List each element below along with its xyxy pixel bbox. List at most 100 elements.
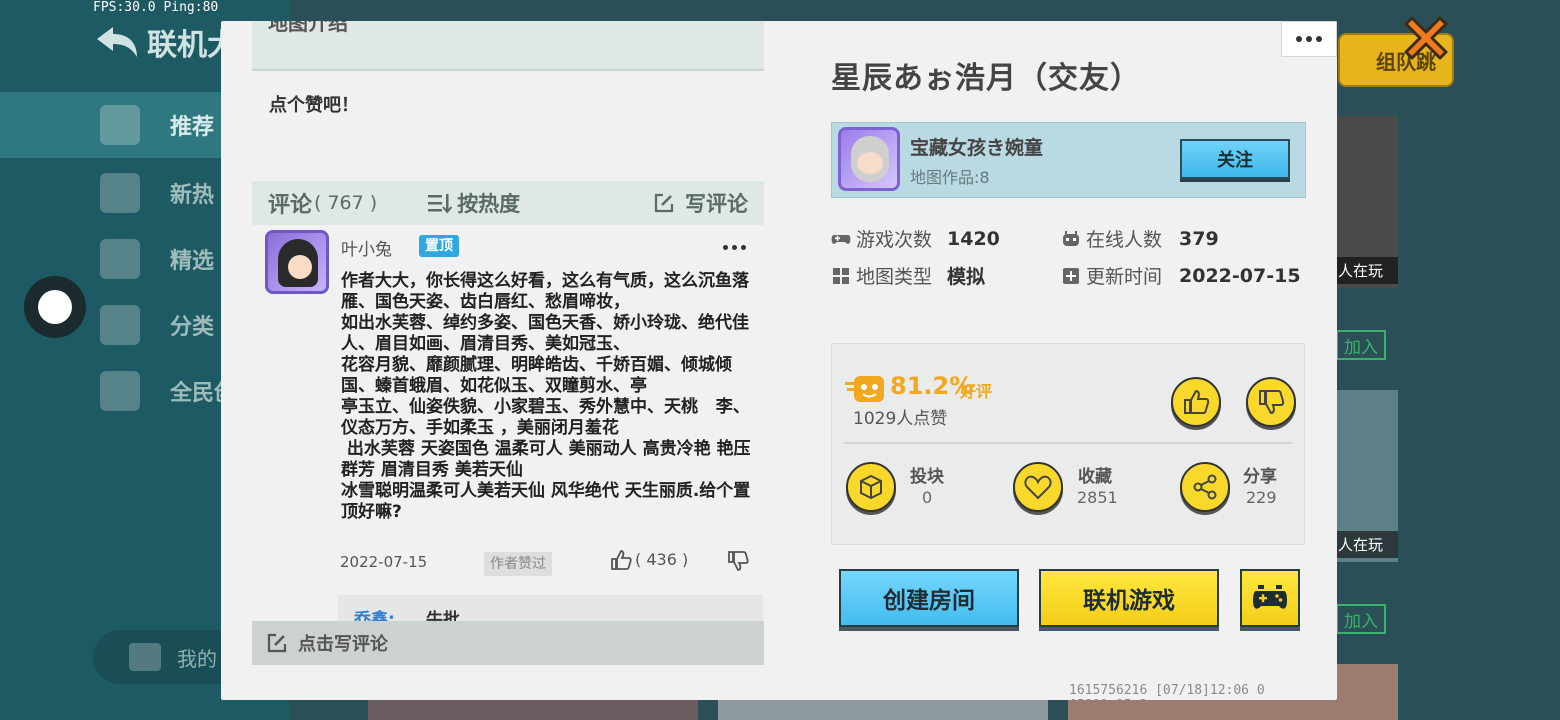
bg-map-card[interactable]: 人在玩 <box>1336 116 1398 288</box>
floating-assist-button[interactable] <box>24 276 86 338</box>
thumbs-up-icon <box>1184 389 1210 414</box>
edit-icon <box>267 633 287 653</box>
stat-value: 2022-07-15 <box>1179 264 1301 287</box>
more-dot-icon <box>1316 36 1322 42</box>
write-comment-bar-label: 点击写评论 <box>298 634 388 655</box>
gamepad-icon <box>1253 585 1287 609</box>
robot-icon <box>1063 230 1079 246</box>
bg-my-label: 我的 <box>177 646 217 671</box>
commenter-name[interactable]: 叶小兔 <box>341 235 392 260</box>
share-icon <box>1193 474 1217 500</box>
map-title: 星辰あぉ浩月（交友） <box>831 61 1141 96</box>
rating-divider <box>844 442 1292 444</box>
happy-face-icon <box>845 376 884 402</box>
gamepad-icon <box>831 234 851 244</box>
comments-header: 评论 ( 767 ) 按热度 写评论 <box>252 181 764 225</box>
vote-block-count: 0 <box>922 488 933 507</box>
grid-icon <box>833 267 849 284</box>
description-header: 地图介绍 <box>252 21 764 71</box>
author-name: 宝藏女孩き婉童 <box>910 137 1044 159</box>
favorite-count: 2851 <box>1077 488 1118 507</box>
edit-icon[interactable] <box>653 192 675 214</box>
author-avatar[interactable] <box>838 127 900 191</box>
avatar-face <box>857 152 883 174</box>
author-works-count: 地图作品:8 <box>910 168 990 187</box>
more-dot-icon <box>741 245 746 250</box>
vote-block-button[interactable] <box>846 462 896 512</box>
author-card[interactable]: 宝藏女孩き婉童 地图作品:8 关注 <box>831 122 1306 198</box>
write-comment-bar[interactable]: 点击写评论 <box>252 621 764 665</box>
chart-icon <box>100 173 140 213</box>
create-room-button[interactable]: 创建房间 <box>839 569 1019 627</box>
bg-join-label: 加入 <box>1344 337 1378 358</box>
follow-label: 关注 <box>1217 150 1253 171</box>
sort-icon[interactable] <box>427 192 453 214</box>
comment-more-button[interactable] <box>723 245 746 250</box>
favorite-button[interactable] <box>1013 462 1063 512</box>
description-text: 点个赞吧！ <box>269 95 359 116</box>
bg-join-button[interactable]: 加入 <box>1336 604 1386 634</box>
stat-label: 在线人数 <box>1086 229 1163 251</box>
more-dot-icon <box>723 245 728 250</box>
write-comment-button[interactable]: 写评论 <box>685 188 748 218</box>
bg-nav-label: 精选 <box>170 249 215 274</box>
plus-box-icon <box>1063 267 1079 284</box>
cube-icon <box>860 474 882 500</box>
stat-label: 地图类型 <box>856 266 933 288</box>
like-map-button[interactable] <box>1171 377 1221 427</box>
share-count: 229 <box>1246 488 1277 507</box>
stat-map-type: 地图类型 模拟 <box>831 262 985 289</box>
stat-value: 1420 <box>947 227 1000 250</box>
comment-date: 2022-07-15 <box>340 553 428 571</box>
stat-label: 更新时间 <box>1086 266 1163 288</box>
create-room-label: 创建房间 <box>883 588 975 614</box>
more-dot-icon <box>732 245 737 250</box>
online-game-button[interactable]: 联机游戏 <box>1039 569 1219 627</box>
share-label: 分享 <box>1243 467 1277 487</box>
bg-join-button[interactable]: 加入 <box>1336 330 1386 360</box>
commenter-avatar[interactable] <box>265 230 329 294</box>
thumbs-down-icon[interactable] <box>727 550 749 572</box>
close-icon[interactable] <box>1396 8 1456 68</box>
gamepad-button[interactable] <box>1240 569 1300 627</box>
bg-map-card[interactable]: 人在玩 <box>1336 390 1398 562</box>
stat-label: 游戏次数 <box>856 229 933 251</box>
thumbs-down-icon <box>1259 390 1285 415</box>
bg-card-label: 人在玩 <box>1336 257 1398 284</box>
stat-online: 在线人数 379 <box>1061 225 1219 252</box>
follow-button[interactable]: 关注 <box>1180 139 1290 179</box>
author-liked-badge: 作者赞过 <box>484 552 552 576</box>
more-options-button[interactable] <box>1281 21 1337 57</box>
favorite-label: 收藏 <box>1078 467 1112 487</box>
comments-count: ( 767 ) <box>314 192 378 214</box>
bulb-icon <box>100 371 140 411</box>
sort-by-hot-button[interactable]: 按热度 <box>457 188 520 218</box>
diamond-icon <box>100 239 140 279</box>
bg-back-button[interactable]: 联机大 <box>95 20 237 64</box>
comment-like-count: ( 436 ) <box>635 550 689 569</box>
comments-title: 评论 <box>268 193 313 218</box>
bg-join-label: 加入 <box>1344 611 1378 632</box>
rating-good-label: 好评 <box>960 382 993 401</box>
share-button[interactable] <box>1180 462 1230 512</box>
more-dot-icon <box>1306 36 1312 42</box>
assist-dot-icon <box>38 290 72 324</box>
bg-nav-label: 新热 <box>170 183 215 208</box>
stat-update-time: 更新时间 2022-07-15 <box>1061 262 1301 289</box>
bg-nav-label: 推荐 <box>170 115 215 140</box>
map-detail-dialog: 地图介绍 点个赞吧！ 评论 ( 767 ) 按热度 写评论 叶小兔 置顶 作者大… <box>221 21 1337 700</box>
fps-ping-overlay: FPS:30.0 Ping:80 <box>93 0 219 15</box>
stat-plays: 游戏次数 1420 <box>831 225 1000 252</box>
stat-value: 模拟 <box>947 266 986 288</box>
back-arrow-icon <box>97 27 137 57</box>
more-dot-icon <box>1296 36 1302 42</box>
thumbs-up-icon[interactable] <box>610 549 632 571</box>
dislike-map-button[interactable] <box>1246 377 1296 427</box>
avatar-face <box>288 255 312 279</box>
rating-panel: 81.2% 好评 1029人点赞 投块 0 收藏 2851 分享 229 <box>831 343 1305 545</box>
bg-nav-label: 分类 <box>170 315 215 340</box>
rating-likes-text: 1029人点赞 <box>853 409 948 429</box>
heart-icon <box>1024 475 1052 500</box>
home-icon <box>100 105 140 145</box>
online-game-label: 联机游戏 <box>1083 588 1175 614</box>
